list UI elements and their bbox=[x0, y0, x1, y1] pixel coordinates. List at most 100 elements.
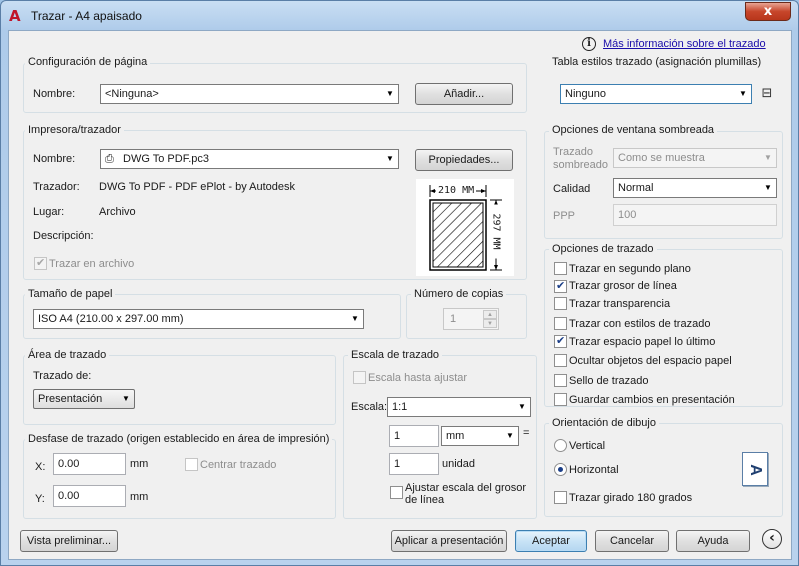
dpi-input[interactable]: 100 bbox=[613, 204, 777, 226]
upside-down-checkbox[interactable] bbox=[554, 491, 567, 504]
offset-y-unit: mm bbox=[130, 491, 149, 503]
chevron-down-icon: ▼ bbox=[739, 89, 747, 98]
hide-paperspace-checkbox[interactable] bbox=[554, 354, 567, 367]
orientation-title: Orientación de dibujo bbox=[549, 417, 659, 429]
scale-unit-value: mm bbox=[446, 430, 465, 442]
close-button[interactable]: x bbox=[745, 2, 791, 21]
plot-transparency-label: Trazar transparencia bbox=[569, 298, 671, 310]
scale-lineweights-checkbox[interactable] bbox=[390, 486, 403, 499]
paper-size-value: ISO A4 (210.00 x 297.00 mm) bbox=[38, 313, 184, 325]
spin-down-icon[interactable]: ▼ bbox=[483, 319, 497, 328]
chevron-down-icon: ▼ bbox=[386, 154, 394, 163]
edit-plot-style-icon[interactable]: ⊟ bbox=[757, 84, 777, 104]
apply-to-layout-button[interactable]: Aplicar a presentación bbox=[391, 530, 507, 552]
plotter-label: Trazador: bbox=[33, 181, 80, 193]
shade-plot-value: Como se muestra bbox=[618, 152, 705, 164]
plot-lineweights-checkbox[interactable]: ✔ bbox=[554, 279, 567, 293]
scale-label: Escala: bbox=[351, 401, 388, 413]
center-plot-checkbox[interactable] bbox=[185, 458, 198, 471]
plot-area-select[interactable]: Presentación ▼ bbox=[33, 389, 135, 409]
plot-style-table-select[interactable]: Ninguno ▼ bbox=[560, 84, 752, 104]
description-label: Descripción: bbox=[33, 230, 94, 242]
location-label: Lugar: bbox=[33, 206, 65, 218]
upside-down-label: Trazar girado 180 grados bbox=[569, 492, 693, 504]
plot-options-title: Opciones de trazado bbox=[549, 243, 657, 255]
cancel-button[interactable]: Cancelar bbox=[595, 530, 669, 552]
paper-height-label: 297 MM bbox=[490, 204, 502, 259]
page-setup-name-value: <Ninguna> bbox=[105, 88, 159, 100]
printer-name-label: Nombre: bbox=[33, 153, 76, 165]
copies-spinner[interactable]: 1 ▲ ▼ bbox=[443, 308, 499, 330]
orientation-letter: A bbox=[746, 464, 764, 476]
quality-select[interactable]: Normal ▼ bbox=[613, 178, 777, 198]
plot-transparency-checkbox[interactable] bbox=[554, 297, 567, 310]
fit-to-paper-label: Escala hasta ajustar bbox=[368, 372, 468, 384]
quality-value: Normal bbox=[618, 182, 654, 194]
location-value: Archivo bbox=[99, 206, 136, 218]
title-bar[interactable]: A Trazar - A4 apaisado x bbox=[1, 1, 798, 31]
checkmark-icon: ✔ bbox=[556, 334, 566, 347]
plot-stamp-label: Sello de trazado bbox=[569, 375, 649, 387]
plot-style-table-title: Tabla estilos trazado (asignación plumil… bbox=[549, 56, 765, 68]
scale-lineweights-label-2: de línea bbox=[405, 494, 445, 506]
ok-button[interactable]: Aceptar bbox=[515, 530, 587, 552]
horizontal-radio[interactable] bbox=[554, 463, 567, 476]
printer-name-select[interactable]: ⎙ DWG To PDF.pc3 ▼ bbox=[100, 149, 399, 169]
page-setup-name-select[interactable]: <Ninguna> ▼ bbox=[100, 84, 399, 104]
help-button[interactable]: Ayuda bbox=[676, 530, 750, 552]
vertical-label: Vertical bbox=[569, 440, 606, 452]
fit-to-paper-checkbox[interactable] bbox=[353, 371, 366, 384]
paper-preview: 210 MM 297 MM bbox=[416, 179, 514, 276]
shaded-viewport-title: Opciones de ventana sombreada bbox=[549, 124, 718, 136]
properties-button[interactable]: Propiedades... bbox=[415, 149, 513, 171]
chevron-down-icon: ▼ bbox=[764, 183, 772, 192]
plot-to-file-checkbox[interactable]: ✔ bbox=[34, 256, 47, 270]
autocad-logo-icon: A bbox=[9, 7, 21, 25]
save-changes-label: Guardar cambios en presentación bbox=[569, 394, 735, 406]
plot-style-table-value: Ninguno bbox=[565, 88, 606, 100]
plot-paperspace-last-checkbox[interactable]: ✔ bbox=[554, 334, 567, 348]
spin-up-icon[interactable]: ▲ bbox=[483, 310, 497, 319]
plot-area-what-label: Trazado de: bbox=[33, 370, 92, 382]
plot-stamp-checkbox[interactable] bbox=[554, 374, 567, 387]
add-page-setup-button[interactable]: Añadir... bbox=[415, 83, 513, 105]
vertical-radio[interactable] bbox=[554, 439, 567, 452]
paper-size-select[interactable]: ISO A4 (210.00 x 297.00 mm) ▼ bbox=[33, 309, 364, 329]
chevron-down-icon: ▼ bbox=[386, 89, 394, 98]
offset-y-input[interactable]: 0.00 bbox=[53, 485, 126, 507]
info-icon[interactable]: i bbox=[582, 37, 596, 51]
plot-lineweights-label: Trazar grosor de línea bbox=[569, 280, 677, 292]
scale-value2-input[interactable]: 1 bbox=[389, 453, 439, 475]
scale-value: 1:1 bbox=[392, 401, 408, 413]
offset-x-input[interactable]: 0.00 bbox=[53, 453, 126, 475]
plot-with-styles-checkbox[interactable] bbox=[554, 317, 567, 330]
checkmark-icon: ✔ bbox=[556, 279, 566, 292]
center-plot-label: Centrar trazado bbox=[200, 459, 277, 471]
plot-paperspace-last-label: Trazar espacio papel lo último bbox=[569, 336, 716, 348]
offset-x-label: X: bbox=[35, 461, 46, 473]
scale-unit-select[interactable]: mm ▼ bbox=[441, 426, 519, 446]
shade-plot-select[interactable]: Como se muestra ▼ bbox=[613, 148, 777, 168]
plot-background-label: Trazar en segundo plano bbox=[569, 263, 691, 275]
paper-width-label: 210 MM bbox=[436, 185, 477, 196]
offset-y-label: Y: bbox=[35, 493, 45, 505]
landscape-page-icon: A bbox=[742, 452, 768, 486]
save-changes-checkbox[interactable] bbox=[554, 393, 567, 406]
plot-with-styles-label: Trazar con estilos de trazado bbox=[569, 318, 711, 330]
plot-dialog: A Trazar - A4 apaisado x i Más informaci… bbox=[0, 0, 799, 566]
scale-select[interactable]: 1:1 ▼ bbox=[387, 397, 531, 417]
window-title: Trazar - A4 apaisado bbox=[31, 9, 142, 23]
preview-button[interactable]: Vista preliminar... bbox=[20, 530, 118, 552]
scale-unit2-label: unidad bbox=[442, 458, 476, 470]
scale-equals: = bbox=[523, 427, 530, 439]
quality-label: Calidad bbox=[553, 183, 591, 195]
checkmark-icon: ✔ bbox=[36, 256, 46, 269]
plotter-icon: ⎙ bbox=[105, 152, 114, 165]
plot-background-checkbox[interactable] bbox=[554, 262, 567, 275]
chevron-left-icon: ‹ bbox=[769, 530, 775, 546]
more-info-link[interactable]: Más información sobre el trazado bbox=[603, 38, 766, 50]
scale-value1-input[interactable]: 1 bbox=[389, 425, 439, 447]
collapse-options-button[interactable]: ‹ bbox=[762, 529, 782, 549]
scale-lineweights-label-1: Ajustar escala del grosor bbox=[405, 482, 527, 494]
plot-offset-title: Desfase de trazado (origen establecido e… bbox=[25, 433, 333, 445]
